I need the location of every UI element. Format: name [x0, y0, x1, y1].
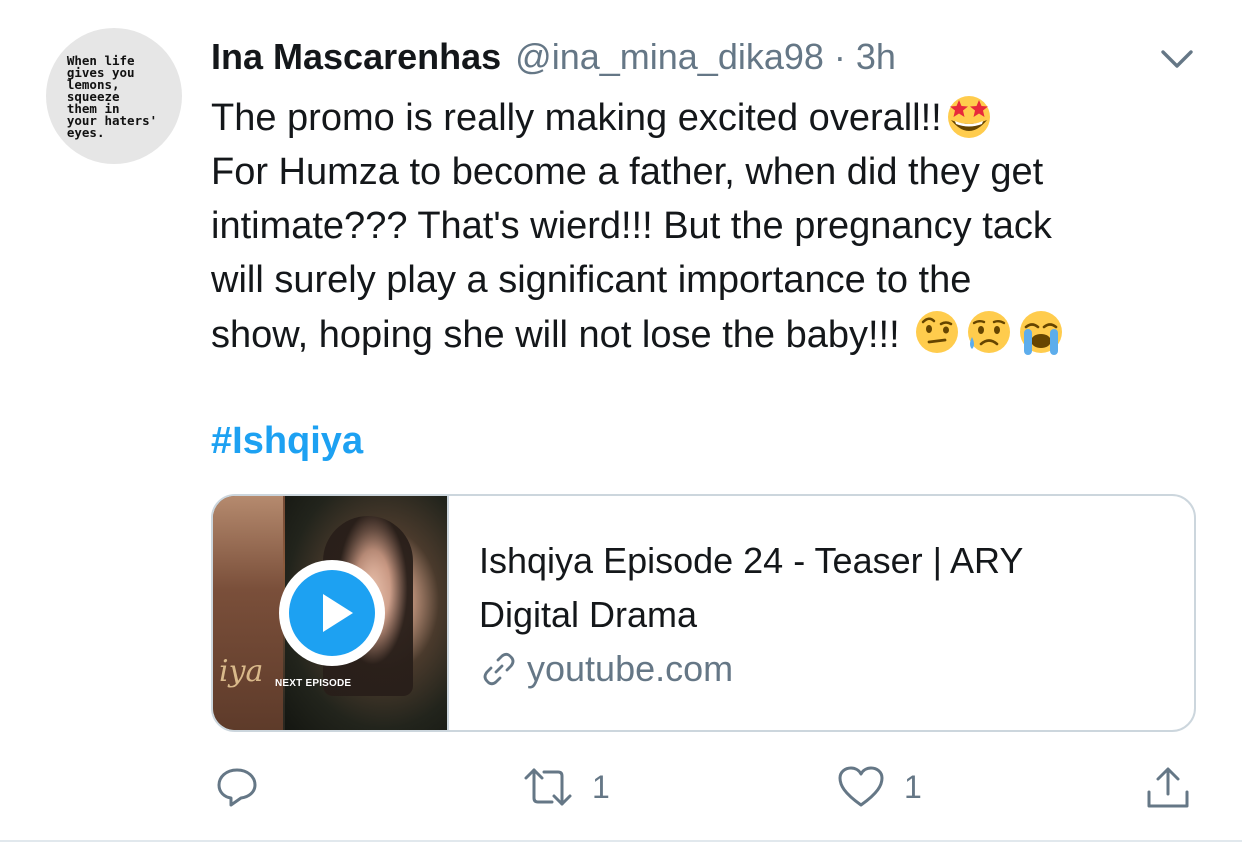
user-handle[interactable]: @ina_mina_dika98: [515, 36, 824, 78]
tweet-line-text: show, hoping she will not lose the baby!…: [211, 314, 911, 356]
display-name[interactable]: Ina Mascarenhas: [211, 36, 501, 78]
thumbnail-left-panel: [213, 496, 283, 730]
separator-dot: ·: [833, 36, 846, 77]
link-preview-card[interactable]: iya NEXT EPISODE Ishqiya Episode 24 - Te…: [211, 494, 1196, 732]
card-domain: youtube.com: [479, 648, 1194, 690]
timestamp[interactable]: 3h: [856, 36, 896, 78]
like-count: 1: [904, 768, 922, 805]
play-icon: [289, 570, 375, 656]
sad-relieved-emoji-icon: [968, 311, 1011, 353]
play-button[interactable]: [279, 560, 385, 666]
reply-icon: [217, 768, 257, 807]
raised-eyebrow-emoji-icon: [916, 311, 959, 353]
retweet-button[interactable]: 1: [522, 764, 610, 810]
hashtag-link[interactable]: #Ishqiya: [211, 414, 363, 468]
retweet-icon: [524, 768, 572, 806]
tweet-line-text: will surely play a significant importanc…: [211, 259, 972, 301]
tweet-line: intimate??? That's wierd!!! But the preg…: [211, 199, 1201, 253]
tweet-actions: 1 1: [0, 764, 1242, 814]
tweet-line: The promo is really making excited overa…: [211, 90, 1201, 145]
share-icon: [1147, 767, 1189, 808]
tweet-line: will surely play a significant importanc…: [211, 253, 1201, 307]
share-button[interactable]: [1144, 764, 1192, 812]
heart-icon: [838, 766, 884, 807]
link-icon: [483, 652, 515, 686]
video-thumbnail[interactable]: iya NEXT EPISODE: [213, 496, 449, 730]
divider: [0, 840, 1242, 842]
avatar-text: When life gives you lemons, squeeze them…: [66, 53, 158, 140]
reply-button[interactable]: [214, 764, 278, 810]
tweet-line-text: For Humza to become a father, when did t…: [211, 151, 1044, 193]
card-title-line: Digital Drama: [479, 594, 698, 635]
star-struck-emoji-icon: [947, 96, 990, 138]
loudly-crying-emoji-icon: [1020, 311, 1063, 355]
like-button[interactable]: 1: [836, 764, 922, 810]
card-domain-text: youtube.com: [527, 648, 734, 689]
card-body[interactable]: Ishqiya Episode 24 - Teaser | ARY Digita…: [449, 496, 1194, 730]
avatar[interactable]: When life gives you lemons, squeeze them…: [46, 28, 182, 164]
tweet-text: The promo is really making excited overa…: [211, 90, 1201, 362]
thumbnail-brand-text: iya: [219, 654, 264, 689]
chevron-down-icon[interactable]: [1157, 44, 1197, 72]
retweet-count: 1: [592, 768, 610, 805]
tweet-line: For Humza to become a father, when did t…: [211, 145, 1201, 199]
tweet-line-text: The promo is really making excited overa…: [211, 97, 942, 139]
thumbnail-caption: NEXT EPISODE: [275, 678, 352, 689]
tweet-line-text: intimate??? That's wierd!!! But the preg…: [211, 205, 1052, 247]
tweet-line: show, hoping she will not lose the baby!…: [211, 307, 1201, 362]
card-title-line: Ishqiya Episode 24 - Teaser | ARY: [479, 540, 1024, 581]
tweet-header: Ina Mascarenhas @ina_mina_dika98 · 3h: [211, 36, 896, 80]
